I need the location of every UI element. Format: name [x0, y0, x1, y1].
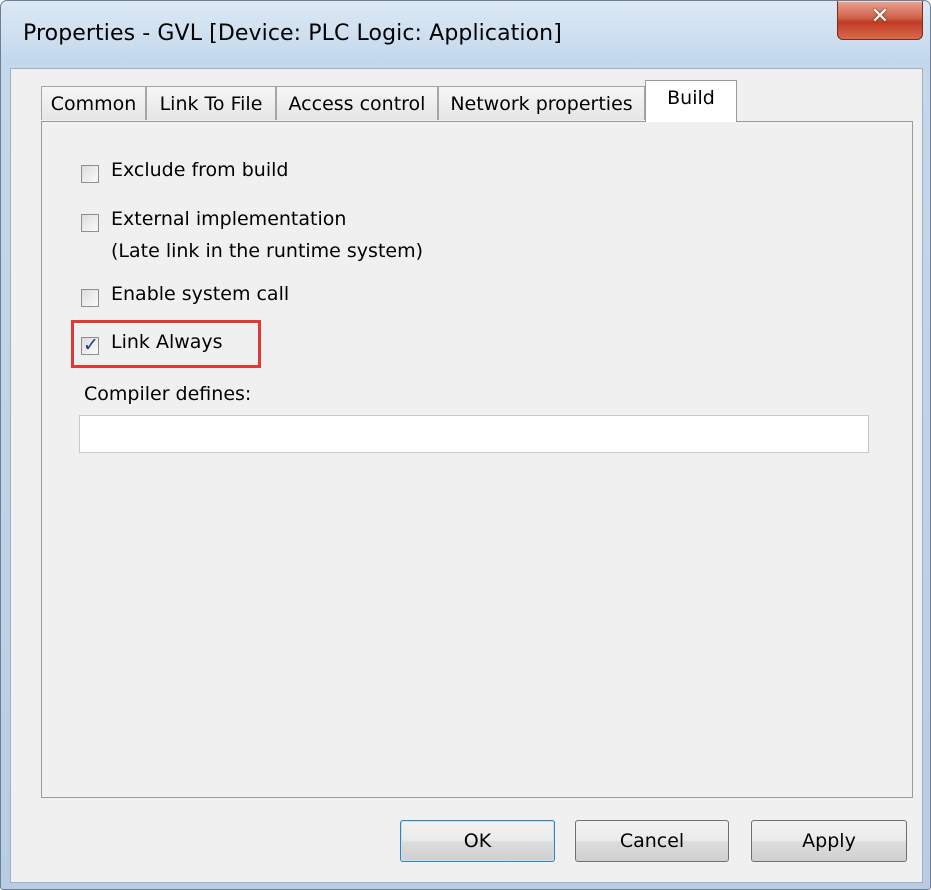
apply-button[interactable]: Apply [751, 820, 907, 862]
external-implementation-sublabel: (Late link in the runtime system) [111, 240, 424, 262]
tab-build[interactable]: Build [645, 80, 737, 122]
enable-system-call-checkbox[interactable] [81, 289, 99, 307]
dialog-client-area: Common Link To File Access control Netwo… [10, 68, 923, 883]
link-always-label: Link Always [111, 331, 223, 353]
enable-system-call-label: Enable system call [111, 283, 290, 305]
tab-access-control[interactable]: Access control [276, 86, 438, 120]
checkmark-icon: ✓ [83, 334, 99, 356]
tab-link-to-file[interactable]: Link To File [146, 86, 276, 120]
compiler-defines-label: Compiler defines: [84, 383, 252, 405]
tab-network-properties[interactable]: Network properties [438, 86, 645, 120]
properties-dialog: Properties - GVL [Device: PLC Logic: App… [0, 0, 931, 890]
external-implementation-checkbox[interactable] [81, 214, 99, 232]
close-button[interactable]: ✕ [837, 1, 923, 40]
close-icon: ✕ [870, 4, 890, 29]
link-always-checkbox[interactable]: ✓ [81, 334, 99, 356]
window-title: Properties - GVL [Device: PLC Logic: App… [23, 21, 562, 46]
exclude-from-build-checkbox[interactable] [81, 165, 99, 183]
tab-common[interactable]: Common [41, 86, 146, 120]
compiler-defines-input[interactable] [79, 415, 869, 453]
cancel-button[interactable]: Cancel [575, 820, 729, 862]
external-implementation-label: External implementation [111, 208, 347, 230]
exclude-from-build-label: Exclude from build [111, 159, 289, 181]
title-bar[interactable]: Properties - GVL [Device: PLC Logic: App… [1, 1, 930, 69]
ok-button[interactable]: OK [400, 820, 555, 862]
